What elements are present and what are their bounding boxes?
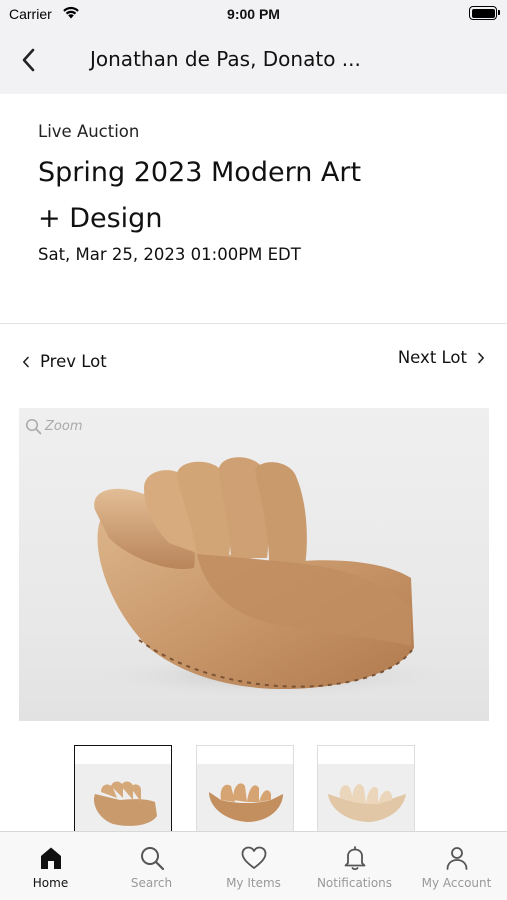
tab-label: Home	[32, 876, 69, 890]
tab-search[interactable]: Search	[101, 832, 202, 900]
home-icon	[40, 847, 61, 869]
status-bar: Carrier 9:00 PM	[0, 0, 507, 30]
tab-my-items[interactable]: My Items	[203, 832, 304, 900]
tab-my-account[interactable]: My Account	[406, 832, 507, 900]
tab-label: Search	[130, 876, 173, 890]
prev-lot-button[interactable]: Prev Lot	[22, 352, 107, 371]
page-title: Jonathan de Pas, Donato ...	[90, 47, 361, 71]
thumbnail-2[interactable]	[196, 745, 294, 835]
auction-date: Sat, Mar 25, 2023 01:00PM EDT	[38, 245, 301, 264]
thumbnail-3[interactable]	[317, 745, 415, 835]
navigation-bar: Jonathan de Pas, Donato ...	[0, 30, 507, 94]
back-button[interactable]	[14, 44, 46, 76]
battery-icon	[469, 6, 500, 20]
heart-icon	[241, 846, 266, 869]
person-icon	[446, 847, 467, 870]
zoom-button[interactable]: Zoom	[25, 418, 82, 435]
auction-type: Live Auction	[38, 122, 140, 141]
next-lot-label: Next Lot	[397, 348, 467, 367]
tab-label: Notifications	[316, 876, 393, 890]
tab-bar: Home Search My Items Notifications My Ac…	[0, 831, 507, 900]
tab-label: My Account	[421, 876, 492, 890]
thumbnail-strip	[0, 745, 507, 835]
magnifier-icon	[25, 418, 42, 435]
bell-icon	[344, 846, 365, 871]
tab-label: My Items	[226, 876, 281, 890]
chevron-right-icon	[478, 352, 484, 363]
tab-notifications[interactable]: Notifications	[304, 832, 405, 900]
glove-chair-image	[84, 457, 464, 698]
auction-name: Spring 2023 Modern Art + Design	[38, 157, 362, 234]
zoom-label: Zoom	[45, 419, 83, 434]
prev-lot-label: Prev Lot	[40, 352, 107, 371]
lot-image[interactable]: Zoom	[19, 408, 489, 721]
auction-info: Live Auction Spring 2023 Modern Art + De…	[0, 94, 507, 324]
next-lot-button[interactable]: Next Lot	[398, 348, 485, 367]
tab-home[interactable]: Home	[0, 832, 101, 900]
chevron-left-icon	[22, 48, 35, 72]
thumbnail-1[interactable]	[74, 745, 172, 835]
chevron-left-icon	[23, 356, 29, 367]
clock: 9:00 PM	[227, 6, 280, 22]
search-icon	[140, 847, 164, 871]
